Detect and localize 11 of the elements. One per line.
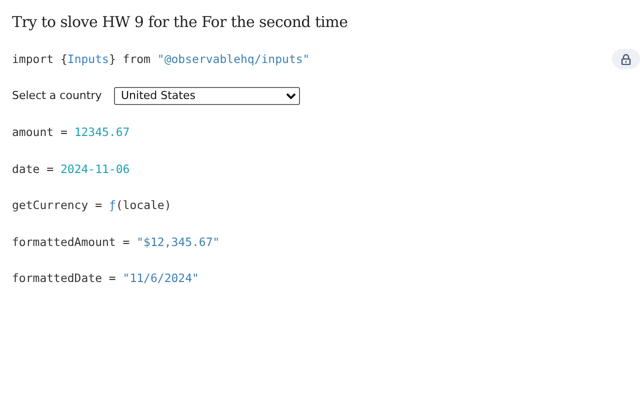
lock-button[interactable] <box>612 49 640 70</box>
page-title: Try to slove HW 9 for the For the second time <box>12 12 349 32</box>
field-label: Select a country <box>12 88 103 103</box>
lock-icon <box>621 54 631 65</box>
code-line: getCurrency = ƒ(locale) <box>12 197 172 214</box>
code-line: formattedDate = "11/6/2024" <box>12 270 199 286</box>
code-line: formattedAmount = "$12,345.67" <box>12 234 220 250</box>
code-line: amount = 12345.67 <box>12 124 130 140</box>
country-select[interactable]: United States <box>114 86 300 105</box>
code-line: date = 2024-11-06 <box>12 160 130 177</box>
code-line: import {Inputs} from "@observablehq/inputs" <box>12 51 310 68</box>
